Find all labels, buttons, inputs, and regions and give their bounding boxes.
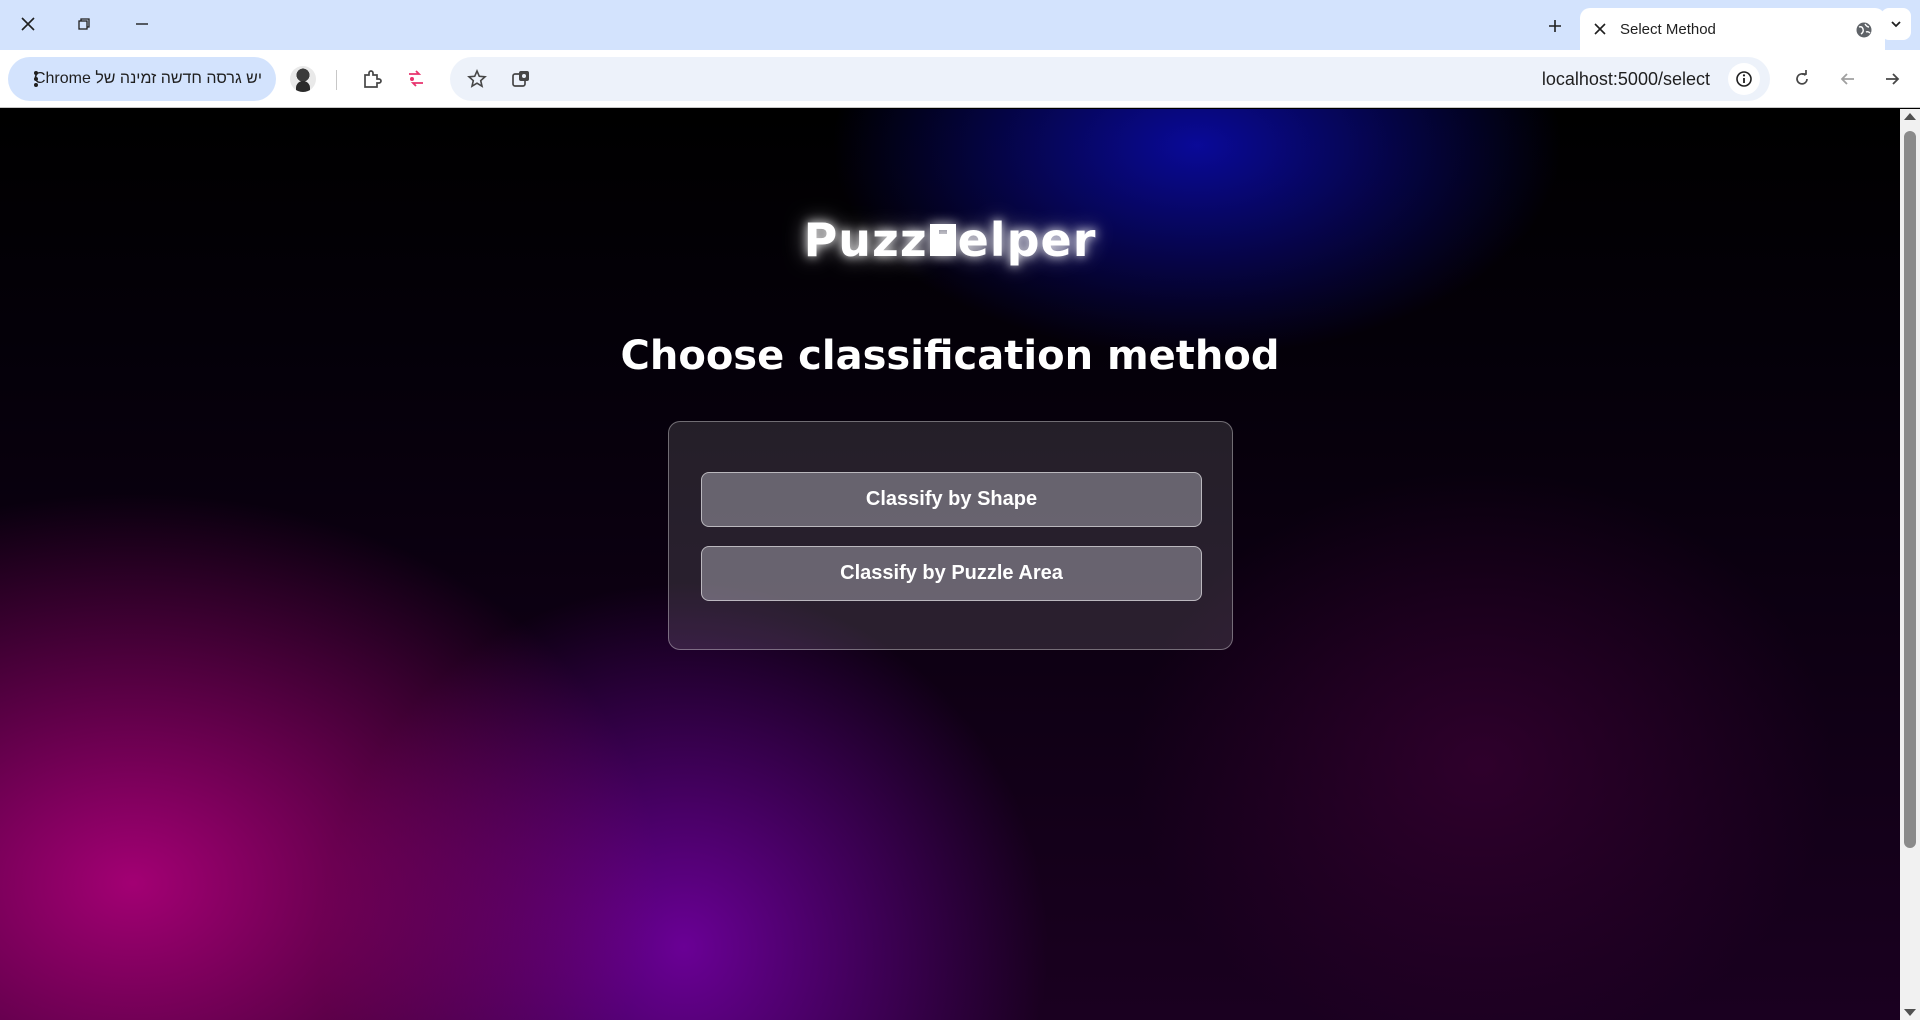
translate-icon <box>409 70 423 87</box>
window-minimize-button[interactable] <box>122 8 162 40</box>
close-icon <box>1594 23 1606 35</box>
minimize-icon <box>136 23 148 25</box>
reload-button[interactable] <box>1786 63 1818 95</box>
arrow-right-icon <box>1886 73 1900 85</box>
app-logo: Puzz elper <box>0 213 1900 267</box>
extension-badge-icon <box>512 71 529 87</box>
update-chip-label: יש גרסה חדשה זמינה של Chrome <box>33 70 262 87</box>
page-extension-button[interactable] <box>506 64 536 94</box>
page-viewport: Puzz elper Choose classification method C… <box>0 109 1900 1020</box>
tab-select-method[interactable]: Select Method <box>1580 8 1885 50</box>
chevron-down-icon <box>1891 21 1901 28</box>
restore-icon <box>78 18 90 30</box>
star-icon <box>467 69 487 88</box>
logo-text-end: elper <box>957 213 1097 267</box>
url-host: localhost <box>1541 69 1613 89</box>
update-available-chip[interactable]: יש גרסה חדשה זמינה של Chrome <box>8 57 276 101</box>
new-tab-button[interactable] <box>1541 12 1569 40</box>
url-path: :5000/select <box>1612 69 1710 89</box>
method-selection-card: Classify by Shape Classify by Puzzle Are… <box>668 421 1233 650</box>
logo-text-start: Puzz <box>803 213 928 267</box>
forward-button[interactable] <box>1876 63 1908 95</box>
scroll-thumb[interactable] <box>1904 131 1916 848</box>
tab-title: Select Method <box>1620 21 1716 38</box>
back-button[interactable] <box>1832 63 1864 95</box>
reload-icon <box>1796 70 1808 85</box>
scroll-up-arrow[interactable] <box>1904 113 1916 120</box>
window-restore-button[interactable] <box>64 8 104 40</box>
translate-extension-button[interactable] <box>400 63 432 95</box>
classify-by-shape-button[interactable]: Classify by Shape <box>701 472 1202 527</box>
page-title: Choose classification method <box>620 333 1280 379</box>
tab-close-button[interactable] <box>1592 21 1608 37</box>
close-icon <box>21 17 35 31</box>
classify-by-puzzle-area-button[interactable]: Classify by Puzzle Area <box>701 546 1202 601</box>
toolbar-divider <box>336 70 337 90</box>
info-icon <box>1736 71 1752 87</box>
plus-icon <box>1549 20 1561 32</box>
address-bar[interactable]: localhost:5000/select <box>450 57 1770 101</box>
arrow-left-icon <box>1840 73 1854 85</box>
tab-search-button[interactable] <box>1881 8 1911 40</box>
puzzle-piece-icon <box>929 224 956 256</box>
extensions-button[interactable] <box>356 63 388 95</box>
site-info-button[interactable] <box>1728 63 1760 95</box>
globe-icon <box>1855 21 1873 39</box>
scroll-down-arrow[interactable] <box>1904 1009 1916 1016</box>
bookmark-button[interactable] <box>462 64 492 94</box>
tab-strip: Select Method <box>0 0 1920 50</box>
avatar[interactable] <box>290 66 316 92</box>
page-scrollbar[interactable] <box>1900 109 1920 1020</box>
browser-toolbar: יש גרסה חדשה זמינה של Chrome localhost:5… <box>0 50 1920 108</box>
puzzle-icon <box>364 70 382 88</box>
window-close-button[interactable] <box>8 8 48 40</box>
url-text: localhost:5000/select <box>1542 69 1710 90</box>
